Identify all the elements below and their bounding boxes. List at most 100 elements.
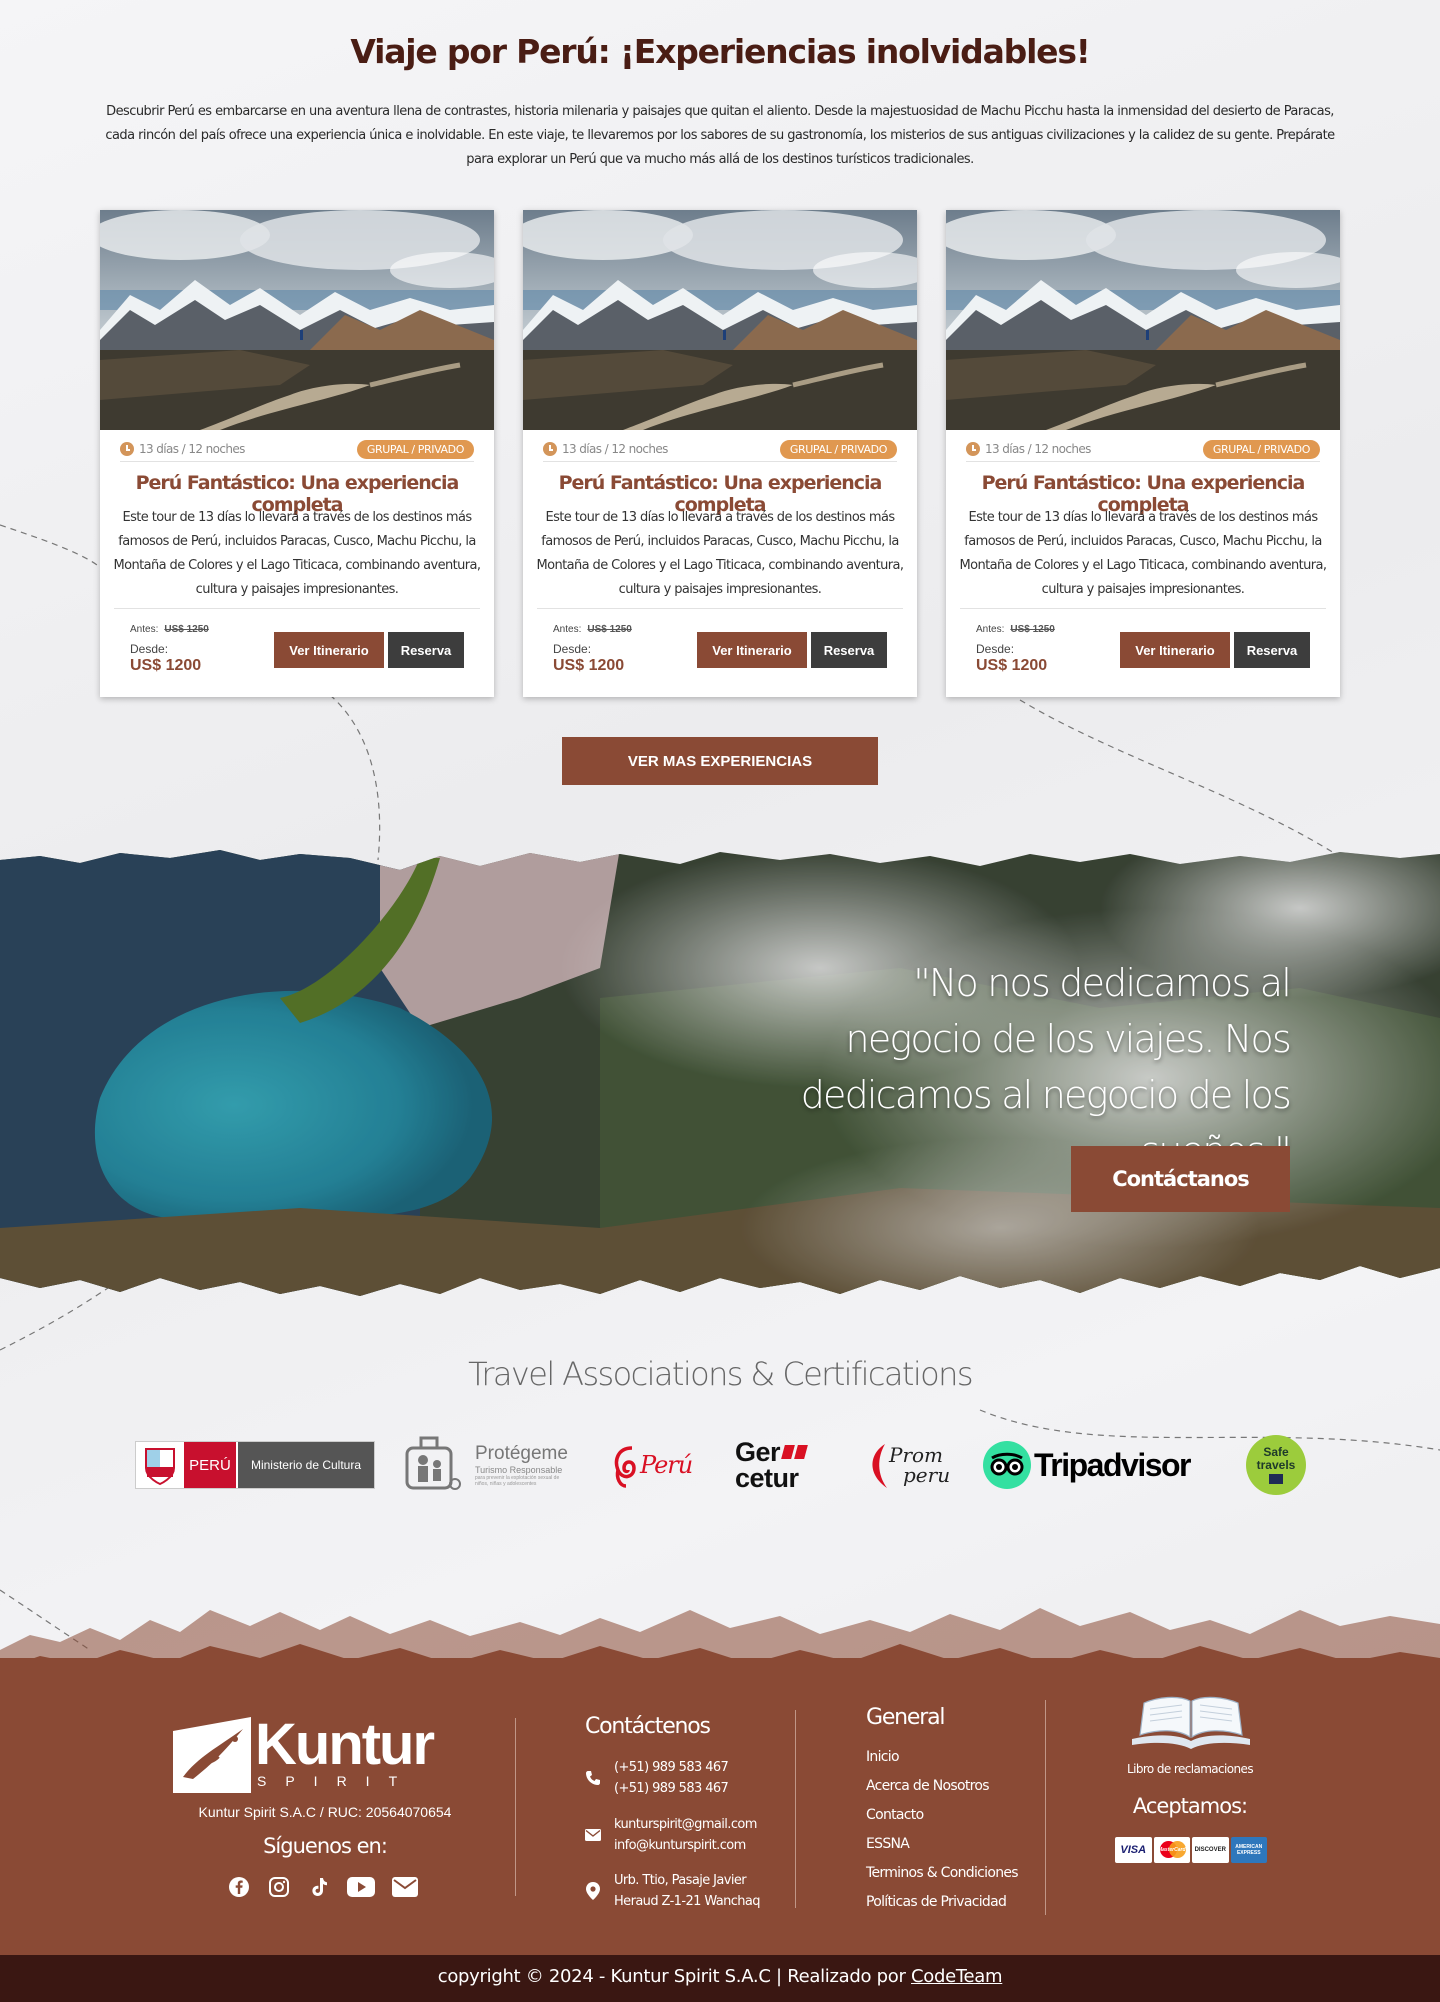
view-itinerary-button[interactable]: Ver Itinerario xyxy=(697,632,807,668)
instagram-icon[interactable] xyxy=(266,1874,292,1900)
footer-link-essna[interactable]: ESSNA xyxy=(866,1836,910,1852)
peru-spiral-icon xyxy=(614,1446,636,1488)
old-price: US$ 1250 xyxy=(164,624,209,635)
marca-peru-logo[interactable]: Perú xyxy=(610,1425,705,1505)
brand-logo[interactable]: Kuntur SPIRIT xyxy=(173,1712,478,1795)
copyright-text: copyright © 2024 - Kuntur Spirit S.A.C |… xyxy=(0,1966,1440,1987)
promperu-logo[interactable]: Prom peru xyxy=(865,1425,960,1505)
owl-icon xyxy=(983,1441,1031,1489)
more-experiences-button[interactable]: VER MAS EXPERIENCIAS xyxy=(562,737,878,785)
tour-meta: 13 días / 12 noches GRUPAL / PRIVADO xyxy=(543,440,897,462)
price-from-label: Desde: xyxy=(976,642,1015,656)
tour-type-badge: GRUPAL / PRIVADO xyxy=(356,440,474,459)
protegeme-label: Protégeme xyxy=(475,1443,568,1464)
gercetur-logo[interactable]: Ger cetur xyxy=(735,1425,840,1505)
facebook-icon[interactable] xyxy=(226,1874,252,1900)
brand-name: Kuntur xyxy=(255,1712,435,1777)
price-before-label: Antes: xyxy=(130,624,159,635)
email-contact[interactable]: kunturspirit@gmail.com info@kunturspirit… xyxy=(584,1814,757,1856)
protegeme-caption: para prevenir la explotación sexual de n… xyxy=(475,1475,560,1487)
tour-duration: 13 días / 12 noches xyxy=(120,442,245,456)
complaints-book-icon[interactable] xyxy=(1128,1695,1254,1753)
tour-meta: 13 días / 12 noches GRUPAL / PRIVADO xyxy=(966,440,1320,462)
red-bar-icon xyxy=(794,1445,808,1459)
price-before: Antes: US$ 1250 xyxy=(976,624,1055,635)
address-line: Urb. Ttio, Pasaje Javier xyxy=(614,1873,747,1888)
price-from-label: Desde: xyxy=(553,642,592,656)
reserve-button[interactable]: Reserva xyxy=(811,632,887,668)
ministerio-label: Ministerio de Cultura xyxy=(238,1442,374,1488)
tour-duration: 13 días / 12 noches xyxy=(966,442,1091,456)
price-before-label: Antes: xyxy=(976,624,1005,635)
tour-image[interactable] xyxy=(946,210,1340,430)
price-before: Antes: US$ 1250 xyxy=(130,624,209,635)
visa-icon: VISA xyxy=(1115,1837,1152,1863)
footer-divider xyxy=(795,1710,796,1908)
contact-us-button[interactable]: Contáctanos xyxy=(1071,1146,1290,1212)
tour-description: Este tour de 13 días lo llevará a través… xyxy=(113,510,482,597)
tour-type-badge: GRUPAL / PRIVADO xyxy=(779,440,897,459)
old-price: US$ 1250 xyxy=(1010,624,1055,635)
view-itinerary-button[interactable]: Ver Itinerario xyxy=(274,632,384,668)
certifications-logos: PERÚ Ministerio de Cultura Protégeme Tur… xyxy=(130,1425,1310,1505)
footer-divider xyxy=(1045,1700,1046,1915)
follow-label: Síguenos en: xyxy=(263,1834,388,1858)
tripadvisor-logo[interactable]: Tripadvisor xyxy=(982,1425,1217,1505)
price-before-label: Antes: xyxy=(553,624,582,635)
address-contact[interactable]: Urb. Ttio, Pasaje Javier Heraud Z-1-21 W… xyxy=(584,1870,761,1912)
protegeme-logo[interactable]: Protégeme Turismo Responsable para preve… xyxy=(403,1425,573,1505)
tour-image[interactable] xyxy=(523,210,917,430)
company-ruc: Kuntur Spirit S.A.C / RUC: 20564070654 xyxy=(198,1804,452,1820)
tour-card: 13 días / 12 noches GRUPAL / PRIVADO Per… xyxy=(946,210,1340,697)
mail-icon[interactable] xyxy=(390,1874,420,1900)
view-itinerary-button[interactable]: Ver Itinerario xyxy=(1120,632,1230,668)
gercetur-label-top: Ger xyxy=(735,1437,781,1467)
footer-link-contact[interactable]: Contacto xyxy=(866,1807,924,1823)
credit-link[interactable]: CodeTeam xyxy=(911,1966,1003,1987)
address-line: Heraud Z-1-21 Wanchaq xyxy=(614,1894,761,1909)
brand-subtitle: SPIRIT xyxy=(257,1773,417,1789)
phone-number: (+51) 989 583 467 xyxy=(614,1781,729,1796)
divider xyxy=(960,608,1326,609)
tour-card: 13 días / 12 noches GRUPAL / PRIVADO Per… xyxy=(523,210,917,697)
tour-image[interactable] xyxy=(100,210,494,430)
footer-link-about[interactable]: Acerca de Nosotros xyxy=(866,1778,990,1794)
phone-icon xyxy=(584,1769,602,1787)
clock-icon xyxy=(543,442,557,456)
tour-description: Este tour de 13 días lo llevará a través… xyxy=(959,510,1328,597)
footer-link-privacy[interactable]: Políticas de Privacidad xyxy=(866,1894,1007,1910)
red-bar-icon xyxy=(781,1445,795,1459)
envelope-icon xyxy=(584,1826,602,1844)
phone-number: (+51) 989 583 467 xyxy=(614,1760,729,1775)
duration-text: 13 días / 12 noches xyxy=(985,442,1091,456)
current-price: US$ 1200 xyxy=(130,657,202,674)
intro-paragraph: Descubrir Perú es embarcarse en una aven… xyxy=(105,104,1335,167)
footer-link-inicio[interactable]: Inicio xyxy=(866,1749,900,1765)
complaints-book-label[interactable]: Libro de reclamaciones xyxy=(1080,1762,1300,1776)
location-pin-icon xyxy=(584,1882,602,1900)
youtube-icon[interactable] xyxy=(346,1874,376,1900)
clock-icon xyxy=(120,442,134,456)
travels-label: travels xyxy=(1256,1458,1296,1472)
discover-icon: DISCOVER xyxy=(1192,1837,1229,1863)
phone-contact[interactable]: (+51) 989 583 467 (+51) 989 583 467 xyxy=(584,1757,729,1799)
safe-travels-logo[interactable]: Safe travels xyxy=(1246,1425,1310,1505)
gercetur-label-bottom: cetur xyxy=(735,1463,799,1493)
protegeme-sub: Turismo Responsable xyxy=(475,1465,563,1475)
reserve-button[interactable]: Reserva xyxy=(1234,632,1310,668)
contact-title: Contáctenos xyxy=(585,1714,711,1739)
tour-meta: 13 días / 12 noches GRUPAL / PRIVADO xyxy=(120,440,474,462)
price-before: Antes: US$ 1250 xyxy=(553,624,632,635)
tiktok-icon[interactable] xyxy=(306,1874,332,1900)
general-title: General xyxy=(866,1705,946,1730)
current-price: US$ 1200 xyxy=(553,657,625,674)
tripadvisor-label: Tripadvisor xyxy=(1034,1446,1192,1483)
old-price: US$ 1250 xyxy=(587,624,632,635)
footer-link-terms[interactable]: Terminos & Condiciones xyxy=(866,1865,1019,1881)
email-address: info@kunturspirit.com xyxy=(614,1838,746,1853)
reserve-button[interactable]: Reserva xyxy=(388,632,464,668)
social-links xyxy=(226,1874,426,1900)
mastercard-icon: MasterCard xyxy=(1153,1837,1190,1863)
condor-icon xyxy=(173,1717,251,1793)
peru-ministerio-cultura-logo[interactable]: PERÚ Ministerio de Cultura xyxy=(135,1425,375,1505)
